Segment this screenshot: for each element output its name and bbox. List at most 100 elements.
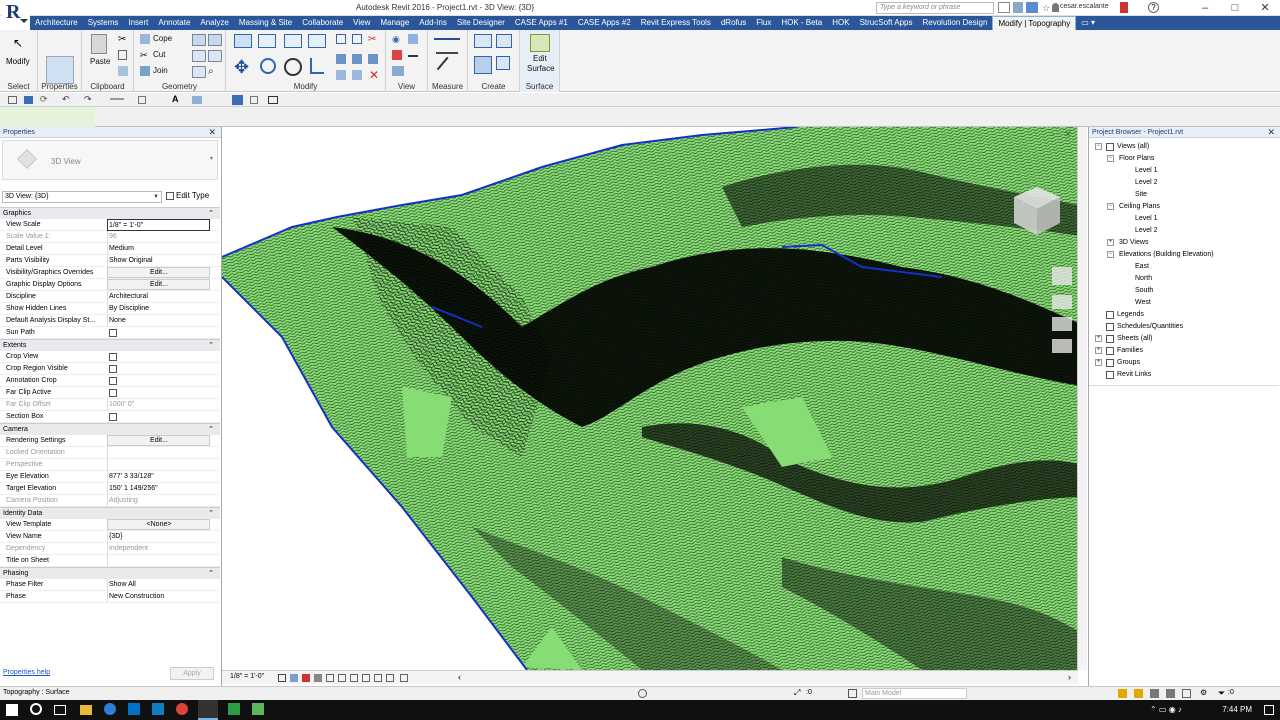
property-edit-button[interactable]: Edit... (107, 267, 210, 278)
tab-hok-beta[interactable]: HOK - Beta (776, 16, 827, 30)
split-gap-icon[interactable] (352, 34, 362, 44)
ribbon-minimize-toggle[interactable]: ▭ ▾ (1076, 16, 1100, 30)
edit-surface-label-2[interactable]: Surface (527, 64, 555, 73)
scissors-icon[interactable]: ✂ (368, 34, 382, 46)
edit-surface-icon[interactable] (530, 34, 550, 52)
property-value[interactable]: 877' 3 33/128" (107, 471, 210, 483)
section-extents[interactable]: Extents ⌃ (0, 339, 220, 351)
tab-architecture[interactable]: Architecture (30, 16, 83, 30)
property-checkbox[interactable] (109, 353, 117, 361)
windows-start-icon[interactable] (6, 704, 18, 716)
background-process-icon[interactable]: ⚙ (1200, 688, 1207, 697)
property-value[interactable]: By Discipline (107, 303, 210, 315)
temp-hide-icon[interactable] (374, 674, 382, 682)
property-value[interactable]: {3D} (107, 531, 210, 543)
properties-help-link[interactable]: Properties help (3, 669, 50, 676)
measure-qat-icon[interactable] (110, 98, 124, 100)
render-icon[interactable] (326, 674, 334, 682)
revit-taskbar-icon[interactable] (198, 700, 218, 720)
browser-node[interactable]: Level 1 (1089, 213, 1279, 225)
sun-path-icon[interactable] (302, 674, 310, 682)
properties-icon[interactable] (46, 56, 74, 84)
collapse-icon[interactable]: ⌃ (208, 340, 214, 351)
browser-node[interactable]: − Views (all) (1089, 141, 1279, 153)
cope-icon[interactable] (140, 34, 150, 44)
outlook-icon[interactable] (128, 703, 140, 715)
favorites-star-icon[interactable]: ☆ (1042, 3, 1050, 14)
copy-icon[interactable] (118, 50, 127, 60)
search-icon[interactable] (30, 703, 42, 715)
detail-level-icon[interactable] (278, 674, 286, 682)
expand-icon[interactable]: + (1095, 335, 1102, 342)
thin-lines-icon[interactable] (232, 95, 243, 105)
line-work-icon[interactable] (392, 50, 402, 60)
3d-view-canvas[interactable]: ▫ ✕ (222, 127, 1087, 670)
property-value[interactable]: Show All (107, 579, 210, 591)
section-identity-data[interactable]: Identity Data ⌃ (0, 507, 220, 519)
design-options-icon[interactable] (848, 689, 857, 698)
property-value[interactable]: 150' 1 149/256" (107, 483, 210, 495)
help-icon[interactable]: ? (1148, 2, 1159, 13)
minimize-button[interactable]: – (1190, 0, 1220, 16)
modify-button-label[interactable]: Modify (6, 57, 30, 66)
paste-button-label[interactable]: Paste (90, 57, 110, 66)
filter-icon[interactable]: ⏷ (1218, 688, 1225, 699)
measure-line-icon[interactable] (436, 56, 460, 80)
tab-flux[interactable]: Flux (751, 16, 776, 30)
chevron-right-icon[interactable]: › (1068, 672, 1071, 682)
tab-insert[interactable]: Insert (123, 16, 153, 30)
save-icon[interactable] (24, 96, 33, 104)
app-icon[interactable] (252, 703, 264, 715)
mirror-draw-icon[interactable] (308, 34, 326, 48)
chevron-down-icon[interactable]: ▼ (153, 192, 159, 202)
search-input[interactable]: Type a keyword or phrase (876, 2, 994, 14)
close-hidden-icon[interactable] (250, 96, 258, 104)
browser-node[interactable]: West (1089, 297, 1279, 309)
dimension-qat-icon[interactable] (138, 96, 146, 104)
tab-collaborate[interactable]: Collaborate (297, 16, 348, 30)
mirror-axis-icon[interactable] (284, 34, 302, 48)
system-tray-icons[interactable]: ⌃ ▭ ◉ ♪ (1150, 705, 1182, 714)
linework-icon[interactable] (408, 55, 418, 57)
property-edit-button[interactable]: Edit... (107, 279, 210, 290)
edge-icon[interactable] (104, 703, 116, 715)
browser-node[interactable]: South (1089, 285, 1279, 297)
view-scale[interactable]: 1/8" = 1'-0" (230, 673, 264, 680)
section-phasing[interactable]: Phasing ⌃ (0, 567, 220, 579)
collapse-icon[interactable]: ⌃ (208, 208, 214, 219)
collapse-icon[interactable]: − (1107, 251, 1114, 258)
split-face-icon[interactable] (192, 50, 206, 62)
browser-node[interactable]: − Elevations (Building Elevation) (1089, 249, 1279, 261)
select-underlay-icon[interactable] (1134, 689, 1143, 698)
property-checkbox[interactable] (109, 389, 117, 397)
tab-modify-topography[interactable]: Modify | Topography (992, 16, 1077, 30)
tab-add-ins[interactable]: Add-Ins (414, 16, 452, 30)
redo-icon[interactable]: ↷ (84, 94, 92, 105)
paste-icon[interactable] (91, 34, 107, 54)
selection-box-icon[interactable] (392, 66, 404, 76)
cut-geometry-icon[interactable]: ✂ (140, 50, 154, 62)
property-checkbox[interactable] (109, 377, 117, 385)
tab-analyze[interactable]: Analyze (195, 16, 233, 30)
tab-site-designer[interactable]: Site Designer (452, 16, 510, 30)
signed-in-user[interactable]: cesar.escalante (1060, 3, 1109, 10)
property-value[interactable]: None (107, 315, 210, 327)
chevron-left-icon[interactable]: ‹ (458, 672, 461, 682)
join-button[interactable]: Join (153, 66, 168, 75)
edit-type-button[interactable]: Edit Type (166, 191, 209, 200)
collapse-icon[interactable]: − (1107, 155, 1114, 162)
array-linear-icon[interactable] (352, 70, 362, 80)
tab-revolution-design[interactable]: Revolution Design (918, 16, 993, 30)
split-icon[interactable] (336, 34, 346, 44)
property-edit-button[interactable]: Edit... (107, 435, 210, 446)
browser-node[interactable]: Level 2 (1089, 225, 1279, 237)
reveal-hidden-icon[interactable] (386, 674, 394, 682)
browser-node[interactable]: +3D Views (1089, 237, 1279, 249)
tab-annotate[interactable]: Annotate (153, 16, 195, 30)
view-restore-icon[interactable]: ▫ (1052, 130, 1055, 139)
close-button[interactable]: ✕ (1250, 0, 1280, 16)
browser-node[interactable]: North (1089, 273, 1279, 285)
browser-node[interactable]: − Ceiling Plans (1089, 201, 1279, 213)
shadows-icon[interactable] (314, 674, 322, 682)
tab-view[interactable]: View (348, 16, 375, 30)
